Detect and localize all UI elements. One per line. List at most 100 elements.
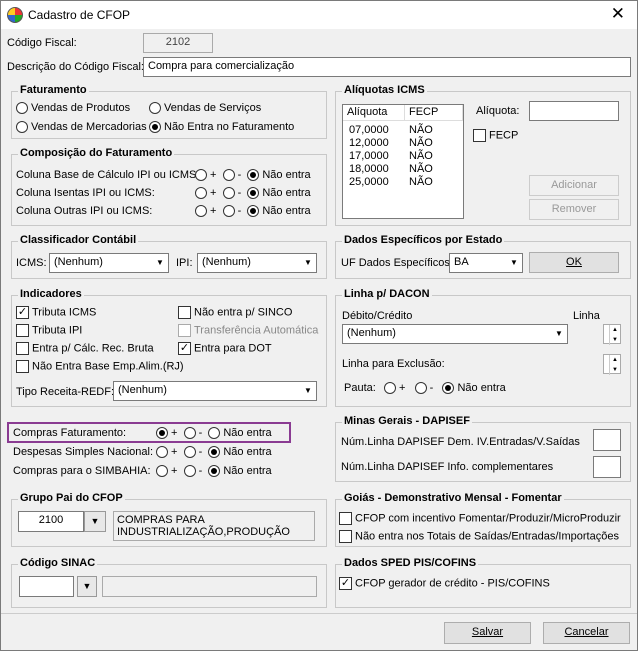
- composicao-row-label: Coluna Base de Cálculo IPI ou ICMS:: [16, 169, 200, 181]
- close-icon[interactable]: ✕: [611, 4, 625, 24]
- checkbox-checked-icon: ✓: [178, 342, 191, 355]
- radio-vendas-produtos[interactable]: Vendas de Produtos: [16, 102, 130, 115]
- radio-icon: [16, 102, 28, 115]
- sped-title: Dados SPED PIS/COFINS: [342, 557, 479, 569]
- pauta-options[interactable]: + - Não entra: [384, 382, 506, 395]
- sinac-title: Código SINAC: [18, 557, 98, 569]
- descricao-label: Descrição do Código Fiscal:: [7, 61, 144, 73]
- aliquotas-title: Alíquotas ICMS: [342, 84, 427, 96]
- compras-faturamento-options[interactable]: + - Não entra: [156, 427, 272, 440]
- classificador-title: Classificador Contábil: [18, 234, 139, 246]
- composicao-row3-options[interactable]: + - Não entra: [195, 205, 311, 218]
- salvar-button[interactable]: Salvar: [444, 622, 531, 644]
- check-emp-alim[interactable]: Não Entra Base Emp.Alim.(RJ): [16, 360, 184, 373]
- checkbox-icon: [16, 360, 29, 373]
- descricao-field[interactable]: Compra para comercialização: [143, 57, 631, 77]
- chevron-down-icon[interactable]: ▼: [77, 576, 97, 597]
- sinac-code-input[interactable]: [19, 576, 74, 597]
- debito-label: Débito/Crédito: [342, 310, 413, 322]
- ok-button[interactable]: OK: [529, 252, 619, 273]
- check-transferencia: Transferência Automática: [178, 324, 318, 337]
- check-rec-bruta[interactable]: Entra p/ Cálc. Rec. Bruta: [16, 342, 154, 355]
- spin-down-icon[interactable]: ▼: [609, 335, 620, 345]
- list-item[interactable]: 12,0000: [349, 137, 389, 150]
- ipi-label: IPI:: [176, 257, 193, 269]
- radio-nao-entra-faturamento[interactable]: Não Entra no Faturamento: [149, 121, 294, 134]
- list-item[interactable]: 18,0000: [349, 163, 389, 176]
- aliquota-label: Alíquota:: [476, 105, 520, 117]
- chevron-down-icon[interactable]: ▼: [84, 511, 106, 532]
- minas-row1-label: Núm.Linha DAPISEF Dem. IV.Entradas/V.Saí…: [341, 436, 580, 448]
- checkbox-icon: [339, 530, 352, 543]
- check-sinco[interactable]: Não entra p/ SINCO: [178, 306, 292, 319]
- ipi-select[interactable]: (Nenhum) ▼: [197, 253, 317, 273]
- checkbox-icon: [339, 512, 352, 525]
- linha-spinner[interactable]: ▲ ▼: [603, 324, 621, 345]
- tipo-receita-select[interactable]: (Nenhum) ▼: [113, 381, 317, 401]
- list-item: NÃO: [409, 150, 433, 162]
- chevron-down-icon: ▼: [156, 258, 164, 267]
- chevron-down-icon: ▼: [510, 258, 518, 267]
- minas-title: Minas Gerais - DAPISEF: [342, 415, 472, 427]
- icms-label: ICMS:: [16, 257, 47, 269]
- despesas-simples-options[interactable]: + - Não entra: [156, 446, 272, 459]
- sinac-description: [102, 576, 317, 597]
- composicao-row2-options[interactable]: + - Não entra: [195, 187, 311, 200]
- list-item: NÃO: [409, 137, 433, 149]
- list-item[interactable]: 17,0000: [349, 150, 389, 163]
- title-bar: Cadastro de CFOP ✕: [1, 1, 637, 29]
- indicadores-title: Indicadores: [18, 288, 84, 300]
- dacon-title: Linha p/ DACON: [342, 288, 432, 300]
- aliquota-input[interactable]: [529, 101, 619, 121]
- linha-label: Linha: [573, 310, 600, 322]
- fecp-checkbox[interactable]: FECP: [473, 129, 518, 142]
- composicao-row1-options[interactable]: + - Não entra: [195, 169, 311, 182]
- grupo-pai-title: Grupo Pai do CFOP: [18, 492, 125, 504]
- radio-icon: [16, 121, 28, 134]
- tipo-receita-label: Tipo Receita-REDF:: [16, 386, 115, 398]
- check-tributa-icms[interactable]: ✓ Tributa ICMS: [16, 306, 96, 319]
- minas-row1-input[interactable]: [593, 429, 621, 451]
- adicionar-button[interactable]: Adicionar: [529, 175, 619, 196]
- minas-row2-input[interactable]: [593, 456, 621, 478]
- footer-divider: [1, 613, 637, 614]
- aliquotas-list[interactable]: Alíquota FECP 07,0000 NÃO 12,0000 NÃO 17…: [342, 104, 464, 219]
- check-dot[interactable]: ✓ Entra para DOT: [178, 342, 272, 355]
- icms-select[interactable]: (Nenhum) ▼: [49, 253, 169, 273]
- debito-select[interactable]: (Nenhum) ▼: [342, 324, 568, 344]
- cancelar-button[interactable]: Cancelar: [543, 622, 630, 644]
- pauta-label: Pauta:: [344, 382, 376, 394]
- checkbox-icon: [473, 129, 486, 142]
- grupo-pai-code-input[interactable]: 2100: [18, 511, 84, 532]
- composicao-row-label: Coluna Isentas IPI ou ICMS:: [16, 187, 155, 199]
- list-item: NÃO: [409, 163, 433, 175]
- sped-check-gerador[interactable]: ✓ CFOP gerador de crédito - PIS/COFINS: [339, 577, 550, 590]
- remover-button[interactable]: Remover: [529, 199, 619, 220]
- checkbox-icon: [16, 324, 29, 337]
- exclusao-spinner[interactable]: ▲ ▼: [603, 354, 621, 375]
- uf-select[interactable]: BA ▼: [449, 253, 523, 273]
- list-item[interactable]: 25,0000: [349, 176, 389, 189]
- radio-vendas-servicos[interactable]: Vendas de Serviços: [149, 102, 261, 115]
- chevron-down-icon: ▼: [555, 329, 563, 338]
- radio-selected-icon: [149, 121, 161, 134]
- radio-vendas-mercadorias[interactable]: Vendas de Mercadorias: [16, 121, 147, 134]
- spin-up-icon[interactable]: ▲: [609, 355, 620, 365]
- checkbox-checked-icon: ✓: [339, 577, 352, 590]
- goias-check-totais[interactable]: Não entra nos Totais de Saídas/Entradas/…: [339, 530, 619, 543]
- exclusao-label: Linha para Exclusão:: [342, 358, 445, 370]
- goias-check-incentivo[interactable]: CFOP com incentivo Fomentar/Produzir/Mic…: [339, 512, 621, 525]
- grupo-pai-description: COMPRAS PARA INDUSTRIALIZAÇÃO,PRODUÇÃO: [113, 511, 315, 541]
- compras-faturamento-label: Compras Faturamento:: [13, 427, 127, 439]
- list-item[interactable]: 07,0000: [349, 124, 389, 137]
- simbahia-options[interactable]: + - Não entra: [156, 465, 272, 478]
- spin-up-icon[interactable]: ▲: [609, 325, 620, 335]
- list-item: NÃO: [409, 124, 433, 136]
- col-aliquota[interactable]: Alíquota: [343, 105, 405, 121]
- goias-title: Goiás - Demonstrativo Mensal - Fomentar: [342, 492, 564, 504]
- spin-down-icon[interactable]: ▼: [609, 365, 620, 375]
- check-tributa-ipi[interactable]: Tributa IPI: [16, 324, 82, 337]
- col-fecp[interactable]: FECP: [405, 105, 463, 121]
- composicao-title: Composição do Faturamento: [18, 147, 175, 159]
- minas-group: Minas Gerais - DAPISEF: [335, 415, 631, 482]
